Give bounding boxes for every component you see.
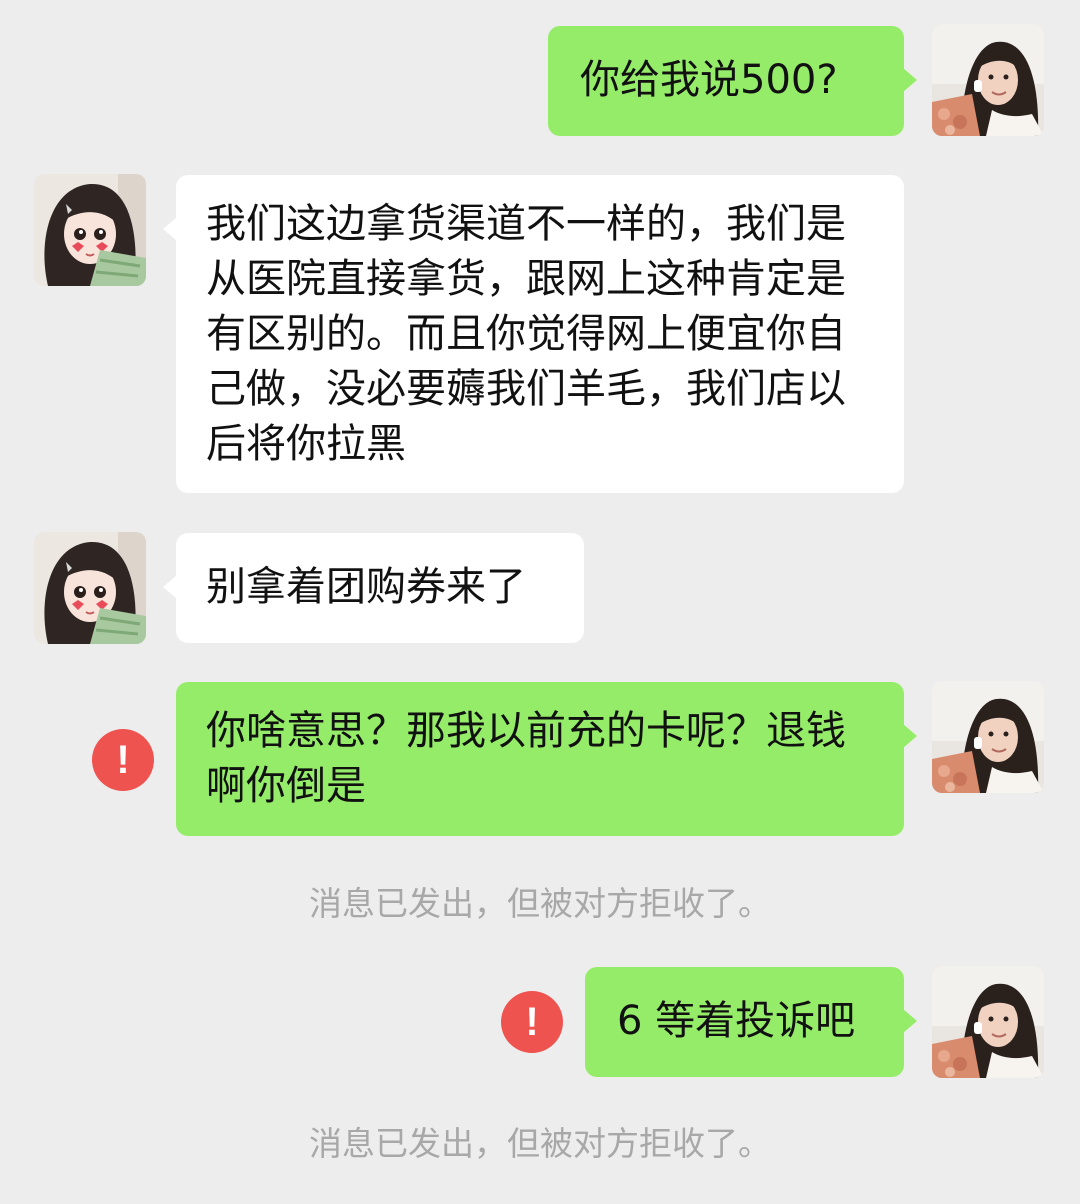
message-bubble[interactable]: 别拿着团购券来了 bbox=[163, 533, 584, 643]
rejected-notice: 消息已发出，但被对方拒收了。 bbox=[309, 884, 771, 923]
message-bubble[interactable]: 6 等着投诉吧 bbox=[585, 967, 917, 1077]
error-icon[interactable]: ! bbox=[92, 729, 154, 791]
self-avatar[interactable] bbox=[932, 966, 1044, 1078]
rejected-notice: 消息已发出，但被对方拒收了。 bbox=[309, 1124, 771, 1163]
contact-avatar[interactable] bbox=[34, 532, 146, 644]
message-bubble[interactable]: 我们这边拿货渠道不一样的，我们是从医院直接拿货，跟网上这种肯定是有区别的。而且你… bbox=[163, 175, 904, 493]
message-bubble[interactable]: 你啥意思？那我以前充的卡呢？退钱啊你倒是 bbox=[176, 682, 917, 836]
contact-avatar[interactable] bbox=[34, 174, 146, 286]
error-icon[interactable]: ! bbox=[501, 991, 563, 1053]
self-avatar[interactable] bbox=[932, 24, 1044, 136]
message-bubble[interactable]: 你给我说500? bbox=[548, 26, 917, 136]
self-avatar[interactable] bbox=[932, 681, 1044, 793]
